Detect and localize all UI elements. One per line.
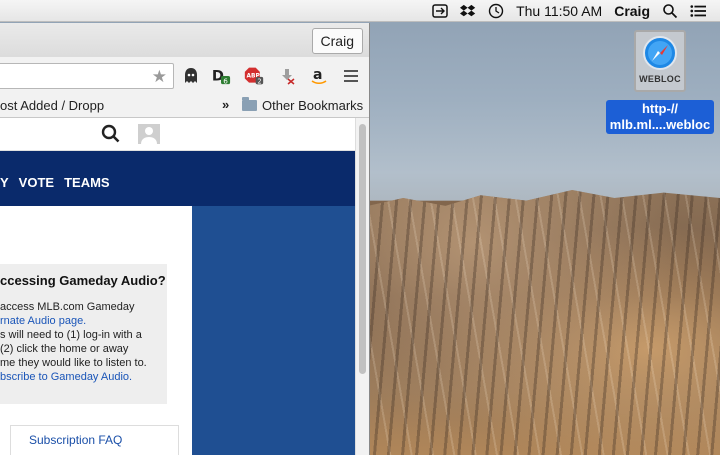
page-header	[0, 118, 355, 151]
folder-icon	[242, 97, 257, 111]
page-scrollbar[interactable]	[355, 118, 369, 455]
time-machine-icon[interactable]	[488, 3, 504, 19]
browser-toolbar: ★ D6 ABP 2 a	[0, 57, 369, 95]
address-bar[interactable]: ★	[0, 63, 174, 89]
wallpaper-cliff	[368, 190, 720, 455]
nav-item-vote[interactable]: VOTE	[19, 175, 54, 190]
search-icon[interactable]	[101, 124, 121, 149]
nav-item-partial[interactable]: Y	[0, 175, 9, 190]
bookmark-star-icon[interactable]: ★	[152, 67, 167, 87]
account-icon[interactable]	[138, 124, 160, 144]
webloc-file[interactable]: WEBLOC http-// mlb.ml....webloc	[605, 30, 715, 134]
disconnect-icon[interactable]: D6	[211, 66, 231, 86]
alternate-audio-link[interactable]: rnate Audio page.	[0, 315, 86, 327]
info-line: me they would like to listen to.	[0, 357, 147, 369]
info-line: access MLB.com Gameday	[0, 301, 135, 313]
other-bookmarks-label: Other Bookmarks	[262, 98, 364, 113]
info-box-title: ccessing Gameday Audio?	[0, 273, 166, 288]
menu-bar: Thu 11:50 AM Craig	[0, 0, 720, 22]
faq-box: Subscription FAQ	[10, 425, 179, 455]
side-panel	[192, 206, 355, 455]
nav-item-teams[interactable]: TEAMS	[64, 175, 110, 190]
bookmarks-bar: ost Added / Dropp » Other Bookmarks	[0, 95, 369, 118]
download-icon[interactable]	[277, 66, 297, 86]
webloc-name-line2: mlb.ml....webloc	[609, 117, 711, 132]
info-line: s will need to (1) log-in with a	[0, 329, 142, 341]
bookmarks-overflow-chevron[interactable]: »	[222, 97, 229, 112]
subscription-faq-link[interactable]: Subscription FAQ	[29, 433, 122, 447]
webloc-tile-label: WEBLOC	[639, 74, 681, 84]
webloc-file-name[interactable]: http-// mlb.ml....webloc	[605, 100, 715, 134]
browser-window: Craig ★ D6 ABP 2 a ost Added / Dropp » Ot…	[0, 23, 370, 455]
adblock-plus-icon[interactable]: ABP 2	[244, 66, 264, 86]
info-line: (2) click the home or away	[0, 343, 129, 355]
svg-text:2: 2	[257, 78, 261, 86]
other-bookmarks-folder[interactable]: Other Bookmarks	[242, 97, 364, 113]
ghostery-icon[interactable]	[181, 66, 201, 86]
scrollbar-thumb[interactable]	[359, 124, 366, 374]
bookmark-most-added[interactable]: ost Added / Dropp	[0, 98, 104, 113]
svg-text:a: a	[313, 67, 322, 83]
spotlight-icon[interactable]	[662, 3, 678, 19]
amazon-icon[interactable]: a	[309, 66, 329, 86]
profile-button[interactable]: Craig	[311, 28, 363, 54]
webloc-name-line1: http-//	[641, 101, 679, 116]
safari-compass-icon	[643, 36, 677, 70]
info-box-text: access MLB.com Gameday rnate Audio page.…	[0, 300, 147, 384]
notification-center-icon[interactable]	[690, 3, 706, 19]
gameday-audio-info-box: ccessing Gameday Audio? access MLB.com G…	[0, 264, 167, 404]
dropbox-icon[interactable]	[460, 3, 476, 19]
browser-titlebar[interactable]: Craig	[0, 23, 369, 57]
subscribe-link[interactable]: bscribe to Gameday Audio.	[0, 371, 132, 383]
menu-icon[interactable]	[341, 66, 361, 86]
screen-share-icon[interactable]	[432, 3, 448, 19]
site-nav: Y VOTE TEAMS	[0, 151, 355, 206]
web-page: Y VOTE TEAMS ccessing Gameday Audio? acc…	[0, 118, 355, 455]
menu-clock[interactable]: Thu 11:50 AM	[516, 3, 602, 19]
webloc-file-thumbnail: WEBLOC	[634, 30, 686, 92]
svg-text:6: 6	[223, 76, 228, 85]
menu-user-name[interactable]: Craig	[614, 3, 650, 19]
